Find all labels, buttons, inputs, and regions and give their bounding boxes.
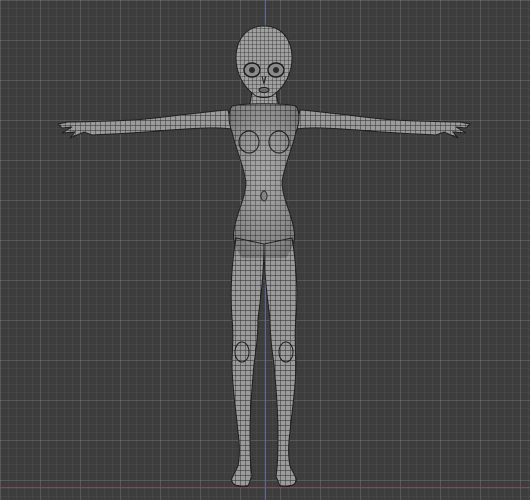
shade-overlay: [229, 103, 299, 258]
3d-viewport[interactable]: [0, 0, 530, 500]
left-leg[interactable]: [230, 237, 265, 487]
head[interactable]: [235, 25, 293, 98]
left-arm[interactable]: [56, 109, 233, 139]
mesh-body[interactable]: [56, 25, 472, 487]
mouth: [258, 86, 270, 94]
right-leg[interactable]: [263, 237, 298, 487]
right-arm[interactable]: [295, 109, 472, 139]
character-model[interactable]: [0, 0, 530, 500]
